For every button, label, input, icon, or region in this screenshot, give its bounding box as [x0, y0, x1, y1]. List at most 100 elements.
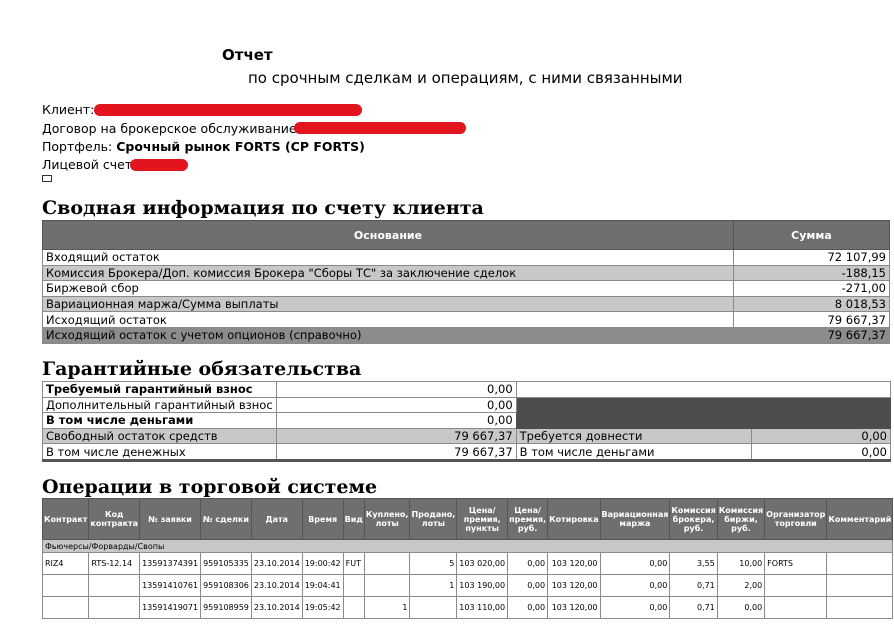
table-row: Свободный остаток средств 79 667,37 Требуе… — [42, 427, 892, 445]
table-cell — [363, 574, 411, 597]
table-cell: 959108306 — [200, 574, 252, 597]
table-cell: RIZ4 — [41, 552, 90, 575]
table-cell: 103 110,00 — [456, 596, 509, 619]
table-cell — [342, 596, 365, 619]
table-cell: 0,00 — [716, 596, 766, 619]
table-cell — [826, 574, 894, 597]
table-cell — [826, 552, 894, 575]
table-row: Дополнительный гарантийный взнос 0,00 — [42, 396, 892, 429]
table-row: 13591419071 959108959 23.10.2014 19:05:42 1 1… — [41, 596, 894, 619]
table-cell: 23.10.2014 — [250, 574, 303, 597]
row-label: Исходящий остаток — [42, 311, 734, 328]
table-cell: 1 — [409, 574, 458, 597]
row-label: Дополнительный гарантийный взнос — [42, 396, 277, 414]
operations-table: Контракт Код контракта № заявки № сделки Дат… — [41, 498, 894, 619]
table-cell — [409, 596, 458, 619]
table-cell: 5 — [409, 552, 458, 575]
table-cell: 0,00 — [599, 574, 671, 597]
table-cell: 959108959 — [200, 596, 252, 619]
row-value: -188,15 — [733, 264, 890, 282]
table-cell: 959105335 — [200, 552, 252, 575]
column-header: Вид — [342, 498, 365, 540]
row-label: Комиссия Брокера/Доп. комиссия Брокера "… — [42, 264, 734, 282]
table-row: 13591410761 959108306 23.10.2014 19:04:41 1 1… — [41, 574, 894, 597]
account-label: Лицевой счет: — [42, 157, 137, 172]
column-header: Котировка — [547, 498, 601, 540]
column-header: Организатор торговли — [764, 498, 828, 540]
table-cell — [363, 552, 411, 575]
table-cell: FUT — [342, 552, 365, 575]
table-row: Исходящий остаток с учетом опционов (спр… — [42, 326, 890, 344]
table-cell: 23.10.2014 — [250, 596, 303, 619]
column-header: Вариационная маржа — [599, 498, 671, 540]
column-header: Дата — [250, 498, 303, 540]
table-cell — [88, 596, 141, 619]
report-title: Отчет — [222, 46, 273, 64]
table-cell — [342, 574, 365, 597]
row-value: 0,00 — [275, 381, 517, 398]
table-cell: 13591419071 — [139, 596, 202, 619]
table-row: В том числе денежных 79 667,37 В том числе… — [42, 443, 892, 462]
table-cell — [764, 574, 828, 597]
row-label: Требуемый гарантийный взнос — [42, 381, 277, 398]
column-header: Комментарий — [826, 498, 894, 540]
column-header: Цена/премия, руб. — [507, 498, 549, 540]
portfolio-label: Портфель: — [42, 139, 113, 154]
table-cell: 23.10.2014 — [250, 552, 303, 575]
table-cell: 103 120,00 — [547, 574, 601, 597]
col-basis: Основание — [42, 220, 734, 250]
table-cell: 0,00 — [599, 552, 671, 575]
row-label: В том числе денежных — [42, 443, 277, 462]
table-cell: 3,55 — [669, 552, 718, 575]
table-cell: 103 020,00 — [456, 552, 509, 575]
table-cell — [764, 596, 828, 619]
row-value: -271,00 — [733, 280, 890, 297]
row-label: Свободный остаток средств — [42, 427, 277, 445]
column-header: Комиссия биржи, руб. — [716, 498, 766, 540]
summary-table: Основание Сумма Входящий остаток 72 107,9… — [42, 220, 890, 344]
client-label: Клиент: — [42, 102, 95, 117]
row-value: 8 018,53 — [733, 295, 890, 313]
contract-line: Договор на брокерское обслуживание: — [42, 121, 301, 136]
column-header: № заявки — [139, 498, 202, 540]
portfolio-line: Портфель: Срочный рынок FORTS (СР FORTS) — [42, 139, 365, 154]
table-cell: 0,00 — [507, 552, 549, 575]
guarantee-heading: Гарантийные обязательства — [42, 358, 362, 380]
col-sum: Сумма — [733, 220, 890, 250]
table-cell: FORTS — [764, 552, 828, 575]
contract-label: Договор на брокерское обслуживание: — [42, 121, 301, 136]
portfolio-value: Срочный рынок FORTS (СР FORTS) — [116, 139, 365, 154]
section-row: Фьючерсы/Форварды/Свопы — [41, 539, 894, 553]
column-header: Контракт — [41, 498, 90, 540]
row-value: 79 667,37 — [275, 427, 517, 445]
row-value: 72 107,99 — [733, 249, 890, 266]
operations-heading: Операции в торговой системе — [42, 476, 378, 498]
table-cell: 0,71 — [669, 574, 718, 597]
column-header: Куплено, лоты — [363, 498, 411, 540]
column-header: Код контракта — [88, 498, 141, 540]
table-cell: 13591410761 — [139, 574, 202, 597]
table-cell: 0,00 — [507, 574, 549, 597]
table-cell: 103 120,00 — [547, 552, 601, 575]
table-row: Вариационная маржа/Сумма выплаты 8 018,53 — [42, 295, 890, 313]
checkbox-icon — [42, 175, 52, 182]
table-row: Комиссия Брокера/Доп. комиссия Брокера "… — [42, 264, 890, 282]
row-value: 0,00 — [750, 443, 892, 462]
column-header: Продано, лоты — [409, 498, 458, 540]
column-header: Комиссия брокера, руб. — [669, 498, 718, 540]
table-cell — [41, 596, 90, 619]
column-header: № сделки — [200, 498, 252, 540]
row-value: 79 667,37 — [733, 326, 890, 344]
client-line: Клиент: — [42, 102, 94, 117]
row-label: Биржевой сбор — [42, 280, 734, 297]
column-header: Время — [301, 498, 344, 540]
table-cell: RTS-12.14 — [88, 552, 141, 575]
table-row: Требуемый гарантийный взнос 0,00 — [42, 381, 892, 398]
row-value: 79 667,37 — [733, 311, 890, 328]
row-label: Исходящий остаток с учетом опционов (спр… — [42, 326, 734, 344]
table-cell: 103 120,00 — [547, 596, 601, 619]
section-label: Фьючерсы/Форварды/Свопы — [41, 539, 894, 553]
account-line: Лицевой счет: — [42, 157, 136, 172]
table-row: Исходящий остаток 79 667,37 — [42, 311, 890, 328]
row-label: В том числе деньгами — [515, 443, 752, 462]
